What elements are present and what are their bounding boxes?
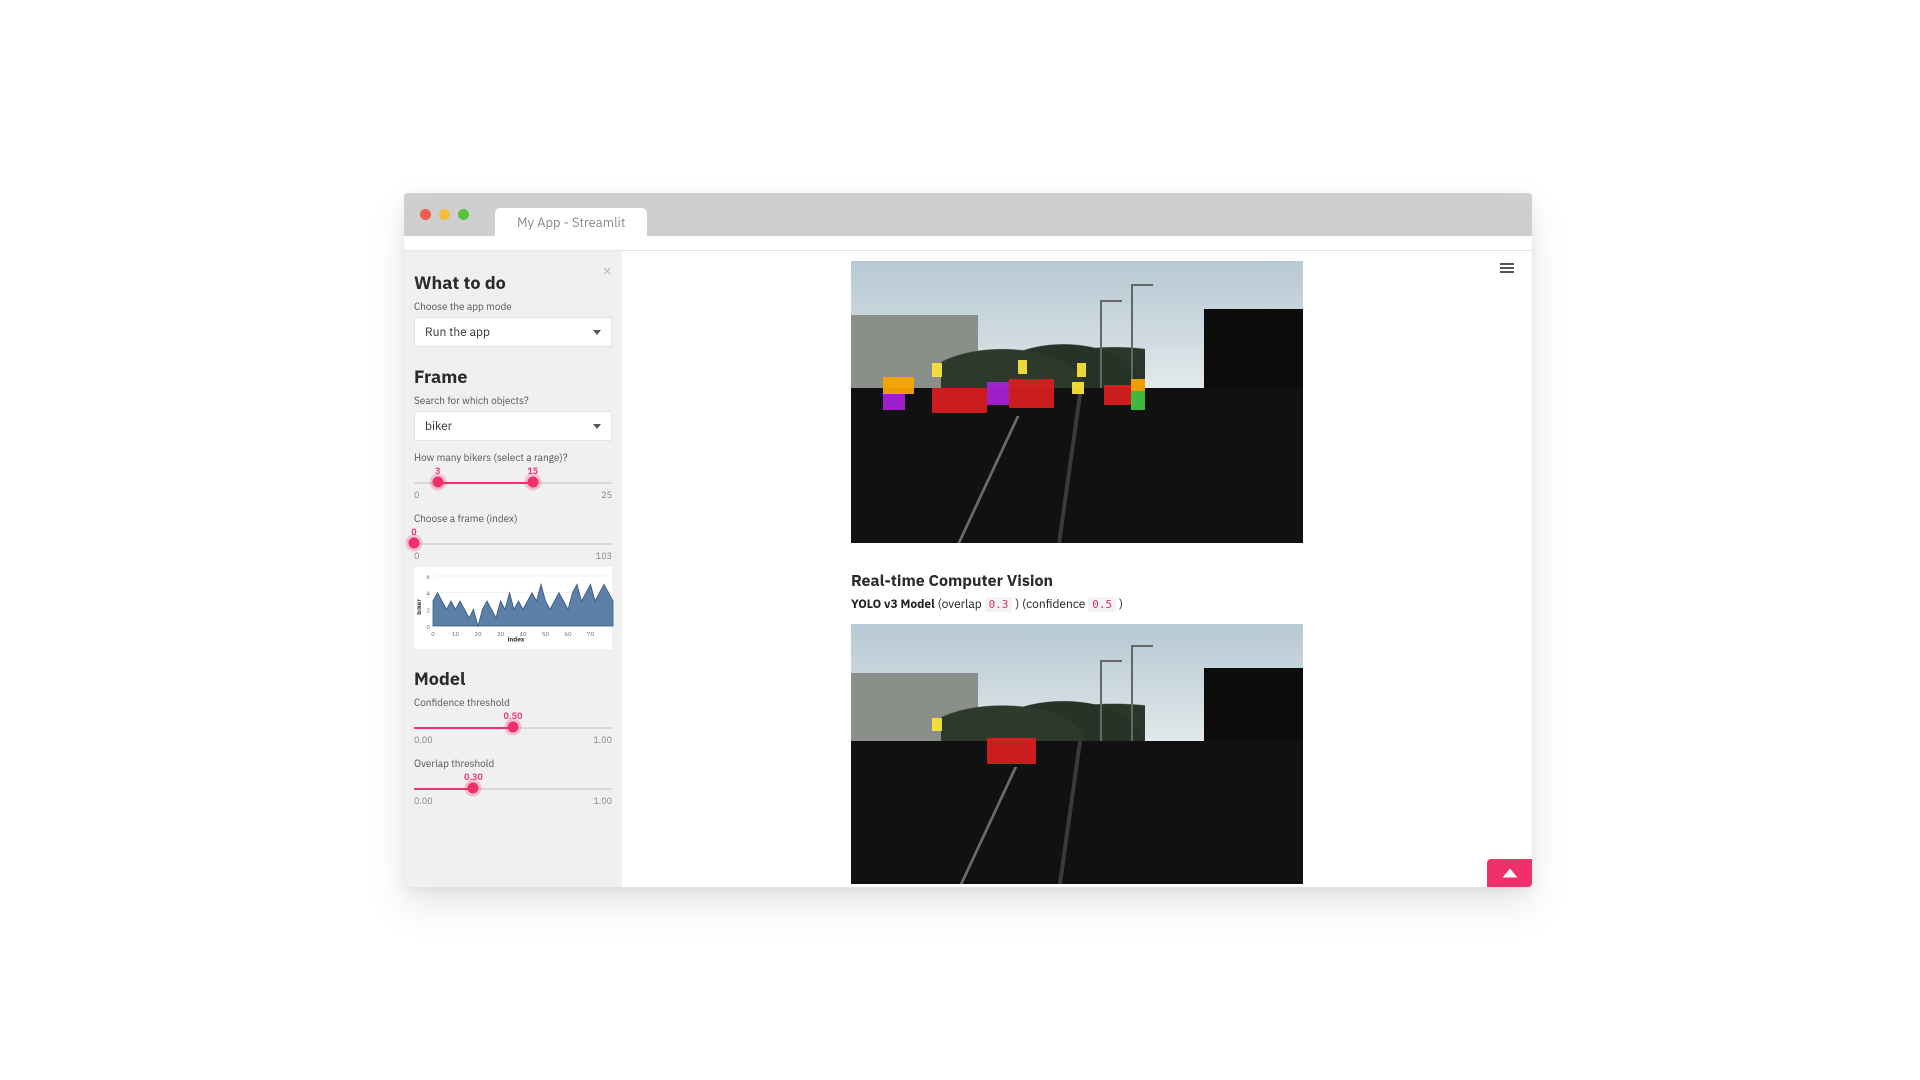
svg-text:2: 2 — [426, 606, 430, 614]
section-what-title: What to do — [414, 271, 612, 294]
overlap-min: 0.00 — [414, 796, 433, 807]
app-mode-select[interactable]: Run the app — [414, 317, 612, 347]
sidebar: × What to do Choose the app mode Run the… — [404, 251, 622, 887]
chevron-down-icon — [593, 424, 601, 429]
confidence-value: 0.50 — [504, 711, 523, 722]
app-mode-value: Run the app — [425, 325, 490, 340]
model-output-image — [851, 624, 1303, 884]
svg-text:20: 20 — [474, 630, 482, 638]
browser-window: My App - Streamlit × What to do Choose t… — [404, 193, 1532, 887]
hamburger-menu-icon[interactable] — [1500, 261, 1514, 275]
svg-text:index: index — [508, 635, 525, 643]
confidence-max: 1.00 — [593, 735, 612, 746]
confidence-min: 0.00 — [414, 735, 433, 746]
overlap-max: 1.00 — [593, 796, 612, 807]
tab-title: My App - Streamlit — [517, 214, 625, 231]
objects-label: Search for which objects? — [414, 394, 612, 407]
range-max: 25 — [601, 490, 612, 501]
svg-text:0: 0 — [426, 623, 430, 631]
close-window-icon[interactable] — [420, 209, 431, 220]
svg-text:10: 10 — [452, 630, 460, 638]
confidence-readout: 0.5 — [1088, 597, 1116, 612]
confidence-slider[interactable]: 0.50 0.00 1.00 — [414, 713, 612, 741]
svg-text:4: 4 — [426, 590, 430, 598]
chevron-down-icon — [593, 330, 601, 335]
browser-tab[interactable]: My App - Streamlit — [495, 208, 647, 236]
maximize-window-icon[interactable] — [458, 209, 469, 220]
section-heading: Real-time Computer Vision — [851, 571, 1303, 591]
confidence-word: confidence — [1026, 597, 1085, 612]
confidence-label: Confidence threshold — [414, 696, 612, 709]
svg-text:biker: biker — [417, 599, 423, 615]
overlap-readout: 0.3 — [985, 597, 1013, 612]
titlebar: My App - Streamlit — [404, 193, 1532, 236]
svg-text:6: 6 — [426, 573, 430, 581]
svg-text:50: 50 — [542, 630, 550, 638]
frame-index-slider[interactable]: 0 0 103 — [414, 529, 612, 557]
window-controls — [420, 209, 469, 220]
minimize-window-icon[interactable] — [439, 209, 450, 220]
frame-value: 0 — [411, 527, 416, 538]
frame-max: 103 — [596, 551, 612, 562]
range-high: 15 — [527, 466, 538, 477]
objects-value: biker — [425, 419, 452, 434]
overlap-value: 0.30 — [464, 772, 483, 783]
section-frame-title: Frame — [414, 365, 612, 388]
frame-min: 0 — [414, 551, 419, 562]
svg-text:60: 60 — [564, 630, 572, 638]
section-model-title: Model — [414, 667, 612, 690]
range-min: 0 — [414, 490, 419, 501]
svg-text:0: 0 — [431, 630, 435, 638]
url-bar-strip — [404, 236, 1532, 251]
svg-text:70: 70 — [587, 630, 595, 638]
biker-histogram-chart: 0246010203040506070indexbiker — [414, 567, 612, 649]
model-meta-line: YOLO v3 Model (overlap 0.3 ) (confidence… — [851, 597, 1303, 612]
streamlit-badge[interactable] — [1487, 859, 1532, 887]
bikers-range-slider[interactable]: 3 15 0 25 — [414, 468, 612, 496]
range-low: 3 — [435, 466, 440, 477]
ground-truth-image — [851, 261, 1303, 543]
collapse-sidebar-icon[interactable]: × — [602, 261, 612, 281]
main-content: Real-time Computer Vision YOLO v3 Model … — [622, 251, 1532, 887]
model-name: YOLO v3 Model — [851, 597, 935, 612]
overlap-slider[interactable]: 0.30 0.00 1.00 — [414, 774, 612, 802]
frame-index-label: Choose a frame (index) — [414, 512, 612, 525]
objects-select[interactable]: biker — [414, 411, 612, 441]
svg-text:30: 30 — [497, 630, 505, 638]
range-label: How many bikers (select a range)? — [414, 451, 612, 464]
app-mode-label: Choose the app mode — [414, 300, 612, 313]
overlap-label: Overlap threshold — [414, 757, 612, 770]
overlap-word: overlap — [942, 597, 982, 612]
